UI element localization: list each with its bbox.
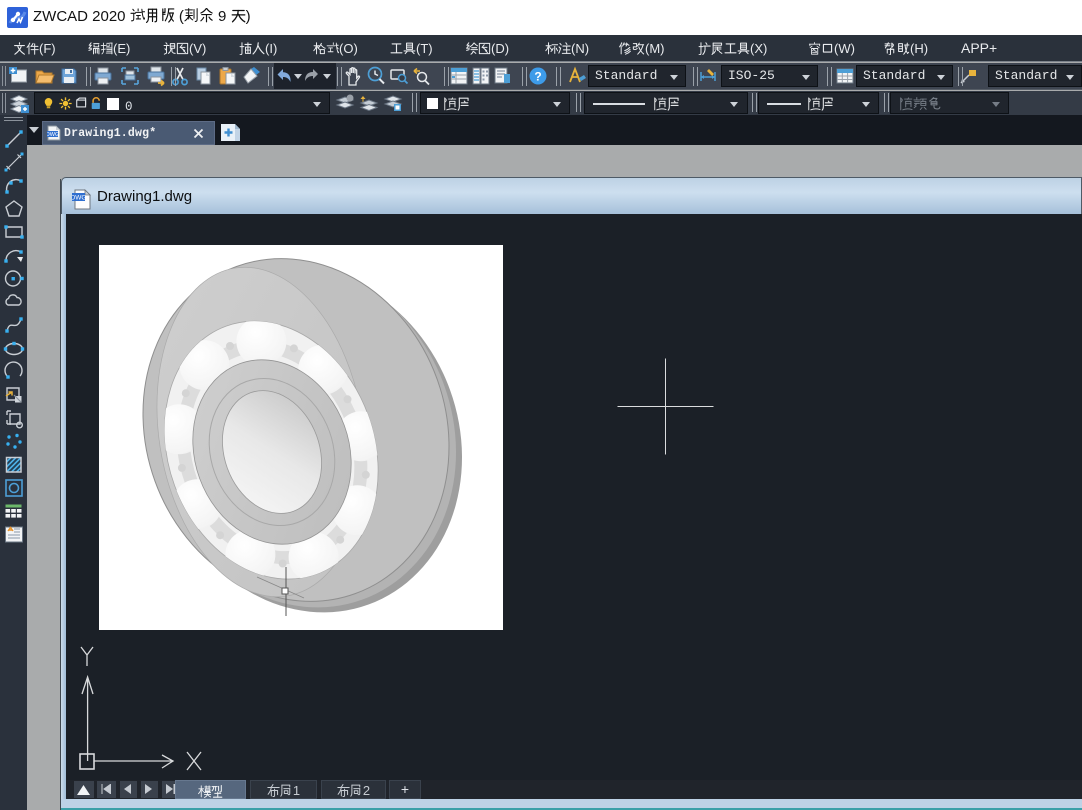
svg-text:?: ?	[534, 70, 541, 84]
svg-text:DWG: DWG	[72, 195, 86, 202]
svg-text:DWG: DWG	[47, 132, 59, 138]
